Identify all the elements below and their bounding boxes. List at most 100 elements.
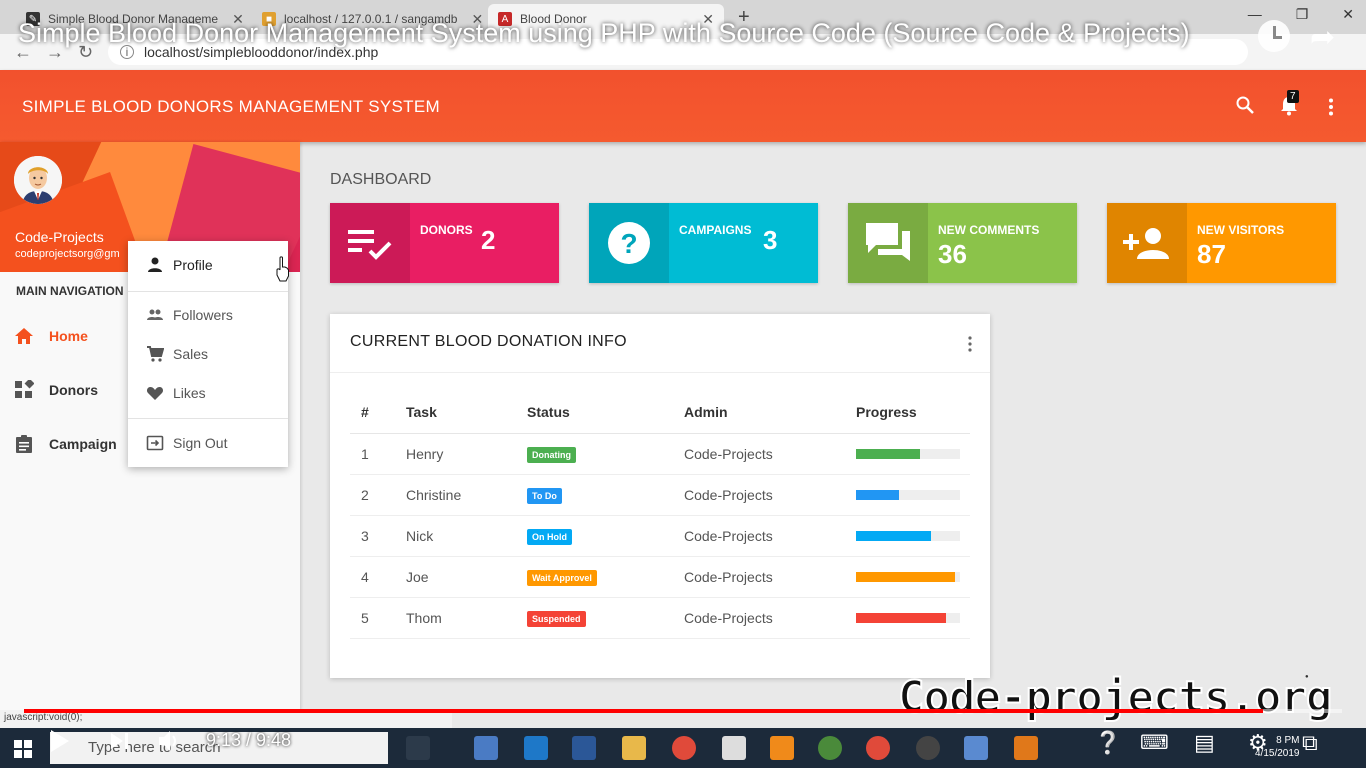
chrome-active-icon[interactable] bbox=[866, 736, 890, 760]
close-window-icon[interactable]: ✕ bbox=[1342, 6, 1354, 23]
main-navigation-header: MAIN NAVIGATION bbox=[16, 284, 124, 298]
more-vert-icon[interactable] bbox=[1328, 98, 1334, 116]
settings-icon[interactable]: ⚙ bbox=[1248, 730, 1268, 756]
admin-cell: Code-Projects bbox=[673, 556, 845, 598]
heart-icon bbox=[146, 387, 164, 400]
row-number: 1 bbox=[350, 433, 395, 475]
task-cell: Christine bbox=[395, 474, 516, 516]
column-header: Admin bbox=[673, 392, 845, 434]
menu-item-likes[interactable]: Likes bbox=[146, 384, 206, 402]
video-progress-bar[interactable] bbox=[24, 709, 1342, 713]
more-vert-icon[interactable] bbox=[968, 336, 972, 352]
svg-text:?: ? bbox=[620, 228, 637, 259]
obs-icon[interactable] bbox=[916, 736, 940, 760]
user-email: codeprojectsorg@gm bbox=[15, 248, 120, 260]
user-dropdown-menu: Profile Followers Sales Likes Sign Out bbox=[128, 241, 288, 467]
sidebar-item-campaign[interactable]: Campaign bbox=[14, 434, 117, 454]
windows-start-icon[interactable] bbox=[14, 740, 32, 758]
mail-icon[interactable] bbox=[722, 736, 746, 760]
photos-icon[interactable] bbox=[474, 736, 498, 760]
widgets-icon bbox=[15, 380, 34, 398]
sidebar-item-label: Donors bbox=[49, 382, 98, 398]
admin-cell: Code-Projects bbox=[673, 515, 845, 557]
chrome-icon[interactable] bbox=[672, 736, 696, 760]
app-title[interactable]: SIMPLE BLOOD DONORS MANAGEMENT SYSTEM bbox=[22, 97, 440, 117]
progress-bar bbox=[856, 612, 960, 623]
share-icon[interactable]: ➦ bbox=[1310, 20, 1335, 55]
watch-later-icon[interactable] bbox=[1258, 20, 1290, 52]
menu-item-followers[interactable]: Followers bbox=[146, 306, 233, 324]
status-badge: Wait Approvel bbox=[527, 569, 597, 586]
table-row: 2 Christine To Do Code-Projects bbox=[350, 474, 970, 516]
edge-icon[interactable] bbox=[524, 736, 548, 760]
info-box-campaigns[interactable]: ? CAMPAIGNS 3 bbox=[589, 203, 818, 283]
progress-fill bbox=[856, 571, 955, 582]
progress-bar bbox=[856, 489, 960, 500]
app-icon[interactable] bbox=[964, 736, 988, 760]
donation-info-card: CURRENT BLOOD DONATION INFO # Task Statu… bbox=[330, 314, 990, 678]
table-row: 1 Henry Donating Code-Projects bbox=[350, 433, 970, 475]
sidebar-item-label: Campaign bbox=[49, 436, 117, 452]
info-box-new-visitors[interactable]: NEW VISITORS 87 bbox=[1107, 203, 1336, 283]
exit-fullscreen-icon[interactable]: ⧉ bbox=[1302, 730, 1318, 756]
task-cell: Thom bbox=[395, 597, 516, 639]
vlc-icon[interactable] bbox=[770, 736, 794, 760]
progress-fill bbox=[856, 448, 921, 459]
assignment-icon bbox=[16, 435, 32, 453]
info-box-label: DONORS bbox=[420, 223, 473, 237]
person-add-icon bbox=[1123, 228, 1169, 259]
minimize-icon[interactable]: — bbox=[1248, 6, 1262, 23]
watermark: Code-projects.org bbox=[897, 671, 1333, 724]
captions-icon[interactable]: ▤ bbox=[1194, 730, 1215, 756]
menu-item-profile[interactable]: Profile bbox=[146, 256, 213, 274]
table-row: 4 Joe Wait Approvel Code-Projects bbox=[350, 556, 970, 598]
column-header: Task bbox=[395, 392, 516, 434]
sidebar-item-donors[interactable]: Donors bbox=[14, 380, 98, 400]
info-box-donors[interactable]: DONORS 2 bbox=[330, 203, 559, 283]
column-header: # bbox=[350, 392, 395, 434]
help-icon[interactable]: ❔ bbox=[1094, 730, 1121, 756]
notification-badge: 7 bbox=[1287, 90, 1299, 103]
video-time: 9:13 / 9:48 bbox=[206, 730, 292, 750]
group-icon bbox=[147, 309, 163, 320]
info-box-value: 2 bbox=[481, 225, 496, 255]
task-cell: Joe bbox=[395, 556, 516, 598]
file-explorer-icon[interactable] bbox=[622, 736, 646, 760]
avatar[interactable] bbox=[14, 156, 62, 204]
table-row: 3 Nick On Hold Code-Projects bbox=[350, 515, 970, 557]
menu-item-sales[interactable]: Sales bbox=[146, 345, 208, 363]
volume-icon[interactable] bbox=[158, 730, 182, 752]
progress-fill bbox=[856, 489, 899, 500]
subtitles-icon[interactable]: ⌨ bbox=[1140, 730, 1169, 755]
sidebar-item-home[interactable]: Home bbox=[14, 326, 88, 346]
hand-cursor-icon bbox=[276, 256, 289, 282]
play-icon[interactable] bbox=[48, 728, 72, 754]
progress-fill bbox=[856, 612, 947, 623]
menu-item-label: Likes bbox=[173, 385, 206, 401]
cart-icon bbox=[147, 346, 164, 362]
forum-icon bbox=[866, 223, 910, 261]
android-studio-icon[interactable] bbox=[818, 736, 842, 760]
menu-item-label: Followers bbox=[173, 307, 233, 323]
menu-item-sign-out[interactable]: Sign Out bbox=[146, 434, 227, 452]
playlist-check-icon bbox=[348, 230, 392, 260]
maximize-icon[interactable]: ❐ bbox=[1296, 6, 1309, 23]
info-box-value: 87 bbox=[1197, 239, 1226, 269]
task-view-icon[interactable] bbox=[406, 736, 430, 760]
info-box-value: 36 bbox=[938, 239, 967, 269]
search-icon[interactable] bbox=[1236, 96, 1254, 114]
info-box-value: 3 bbox=[763, 225, 778, 255]
info-box-new-comments[interactable]: NEW COMMENTS 36 bbox=[848, 203, 1077, 283]
video-progress-played bbox=[24, 709, 1263, 713]
app-header: SIMPLE BLOOD DONORS MANAGEMENT SYSTEM bbox=[0, 70, 1366, 142]
task-cell: Henry bbox=[395, 433, 516, 475]
table-header-row: # Task Status Admin Progress bbox=[350, 392, 970, 434]
video-title[interactable]: Simple Blood Donor Management System usi… bbox=[18, 18, 1190, 49]
word-icon[interactable] bbox=[572, 736, 596, 760]
xampp-icon[interactable] bbox=[1014, 736, 1038, 760]
row-number: 5 bbox=[350, 597, 395, 639]
status-badge: Suspended bbox=[527, 610, 586, 627]
sign-out-icon bbox=[146, 435, 164, 451]
next-icon[interactable] bbox=[110, 732, 130, 750]
menu-item-label: Profile bbox=[173, 257, 213, 273]
